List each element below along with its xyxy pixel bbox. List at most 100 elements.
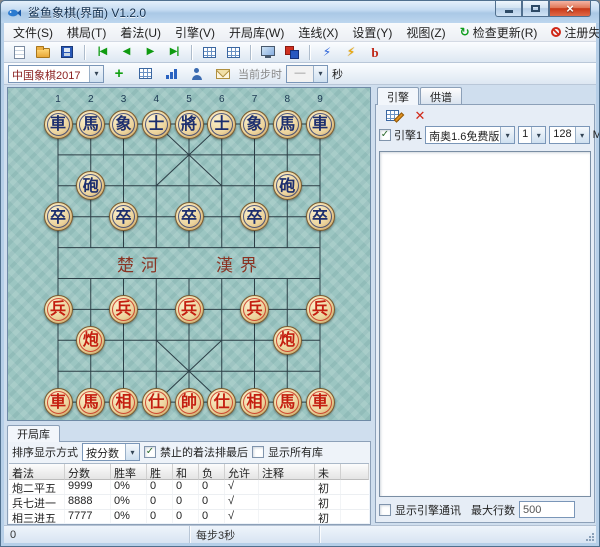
menu-item-register-failed[interactable]: 注册失败(Q) — [544, 23, 600, 42]
board-piece[interactable]: 車 — [306, 110, 335, 139]
board-piece[interactable]: 兵 — [175, 295, 204, 324]
engine-threads-combo[interactable]: 1 ▾ — [518, 126, 546, 144]
online-play-button[interactable] — [257, 43, 279, 62]
menu-item-file[interactable]: 文件(S) — [6, 23, 60, 42]
board-piece[interactable]: 卒 — [44, 202, 73, 231]
new-game-button[interactable] — [8, 43, 30, 62]
stats-button[interactable] — [160, 64, 182, 83]
resize-grip[interactable] — [585, 532, 594, 541]
board-piece[interactable]: 兵 — [306, 295, 335, 324]
table-header-8[interactable]: 注释 — [259, 464, 315, 480]
tab-engine[interactable]: 引擎 — [377, 87, 419, 105]
board-piece[interactable]: 兵 — [240, 295, 269, 324]
table-header-1[interactable]: 着法 — [9, 464, 65, 480]
engine-analyze-button[interactable]: ⚡ — [316, 43, 338, 62]
board-piece[interactable]: 兵 — [44, 295, 73, 324]
maximize-button[interactable] — [522, 1, 549, 17]
board-piece[interactable]: 相 — [109, 388, 138, 417]
board-piece[interactable]: 車 — [306, 388, 335, 417]
show-engine-comm-checkbox[interactable] — [379, 504, 391, 516]
flip-board-button[interactable] — [222, 43, 244, 62]
message-button[interactable] — [212, 64, 234, 83]
table-header-2[interactable]: 分数 — [65, 464, 111, 480]
table-header-4[interactable]: 胜 — [147, 464, 173, 480]
board-piece[interactable]: 炮 — [76, 326, 105, 355]
edit-book-button[interactable] — [134, 64, 156, 83]
open-button[interactable] — [32, 43, 54, 62]
forbidden-moves-last-checkbox[interactable] — [144, 446, 156, 458]
close-button[interactable]: × — [549, 1, 591, 17]
board-view-button[interactable] — [198, 43, 220, 62]
add-engine-button[interactable] — [381, 106, 403, 125]
last-move-button[interactable]: ▶| — [163, 43, 185, 62]
menu-item-game[interactable]: 棋局(T) — [60, 23, 113, 42]
board-piece[interactable]: 卒 — [109, 202, 138, 231]
board-piece[interactable]: 兵 — [109, 295, 138, 324]
board-piece[interactable]: 仕 — [207, 388, 236, 417]
opening-book-combo[interactable]: 中国象棋2017 ▾ — [8, 65, 104, 83]
titlebar[interactable]: 鲨鱼象棋(界面) V1.2.0 × — [1, 1, 599, 23]
menu-item-moves[interactable]: 着法(U) — [113, 23, 168, 42]
engine-output-list[interactable] — [379, 151, 591, 497]
engine1-checkbox[interactable] — [379, 129, 391, 141]
menu-item-online[interactable]: 连线(X) — [291, 23, 345, 42]
board-piece[interactable]: 車 — [44, 110, 73, 139]
board-piece[interactable]: 馬 — [76, 388, 105, 417]
toolbar-main: |◀ ◀ ▶ ▶| ⚡ ⚡ b — [4, 42, 596, 63]
engine-go-button[interactable]: ⚡ — [340, 43, 362, 62]
book-controls: 排序显示方式 按分数 ▾ 禁止的着法排最后 显示所有库 — [8, 442, 370, 462]
board-piece[interactable]: 帥 — [175, 388, 204, 417]
table-header-5[interactable]: 和 — [173, 464, 199, 480]
max-lines-input[interactable] — [519, 501, 575, 518]
minimize-button[interactable] — [495, 1, 522, 17]
show-all-books-checkbox[interactable] — [252, 446, 264, 458]
first-move-button[interactable]: |◀ — [91, 43, 113, 62]
board-piece[interactable]: 象 — [240, 110, 269, 139]
tab-score-sheet[interactable]: 供谱 — [420, 87, 462, 105]
sort-mode-combo[interactable]: 按分数 ▾ — [82, 443, 140, 461]
engine-b-button[interactable]: b — [364, 43, 386, 62]
board-piece[interactable]: 象 — [109, 110, 138, 139]
step-time-value: — — [287, 66, 313, 82]
board-piece[interactable]: 將 — [175, 110, 204, 139]
menu-item-view[interactable]: 视图(Z) — [399, 23, 452, 42]
menu-item-engine[interactable]: 引擎(V) — [168, 23, 222, 42]
table-cell: 8888 — [65, 495, 111, 509]
board-piece[interactable]: 馬 — [76, 110, 105, 139]
add-book-button[interactable]: + — [108, 64, 130, 83]
board-piece[interactable]: 士 — [207, 110, 236, 139]
chess-board[interactable]: 123456789楚河漢界 車馬象士將士象馬車砲砲卒卒卒卒卒兵兵兵兵兵炮炮車馬相… — [7, 87, 371, 421]
engine-hash-combo[interactable]: 128 ▾ — [549, 126, 589, 144]
table-header-3[interactable]: 胜率 — [111, 464, 147, 480]
engine-match-button[interactable] — [281, 43, 303, 62]
table-header-7[interactable]: 允许 — [225, 464, 259, 480]
tab-opening-book[interactable]: 开局库 — [7, 425, 60, 442]
board-piece[interactable]: 相 — [240, 388, 269, 417]
board-piece[interactable]: 車 — [44, 388, 73, 417]
menu-item-settings[interactable]: 设置(Y) — [345, 23, 399, 42]
board-piece[interactable]: 士 — [142, 110, 171, 139]
table-row[interactable]: 炮二平五99990%000√初 — [9, 480, 369, 495]
table-header-6[interactable]: 负 — [199, 464, 225, 480]
save-button[interactable] — [56, 43, 78, 62]
table-header-9[interactable]: 未 — [315, 464, 341, 480]
engine-name-combo[interactable]: 南奥1.6免费版 ▾ — [425, 126, 515, 144]
board-piece[interactable]: 馬 — [273, 388, 302, 417]
menu-item-opening-book[interactable]: 开局库(W) — [222, 23, 291, 42]
next-move-button[interactable]: ▶ — [139, 43, 161, 62]
board-piece[interactable]: 卒 — [175, 202, 204, 231]
table-row[interactable]: 兵七进一88880%000√初 — [9, 495, 369, 510]
board-piece[interactable]: 馬 — [273, 110, 302, 139]
table-row[interactable]: 相三进五77770%000√初 — [9, 510, 369, 523]
board-piece[interactable]: 卒 — [240, 202, 269, 231]
board-piece[interactable]: 砲 — [76, 171, 105, 200]
prev-move-button[interactable]: ◀ — [115, 43, 137, 62]
step-time-combo[interactable]: — ▾ — [286, 65, 328, 83]
board-piece[interactable]: 砲 — [273, 171, 302, 200]
menu-item-check-update[interactable]: ↻检查更新(R) — [453, 23, 545, 42]
board-piece[interactable]: 仕 — [142, 388, 171, 417]
board-piece[interactable]: 卒 — [306, 202, 335, 231]
board-piece[interactable]: 炮 — [273, 326, 302, 355]
player-button[interactable] — [186, 64, 208, 83]
remove-engine-button[interactable]: ✕ — [409, 106, 431, 125]
